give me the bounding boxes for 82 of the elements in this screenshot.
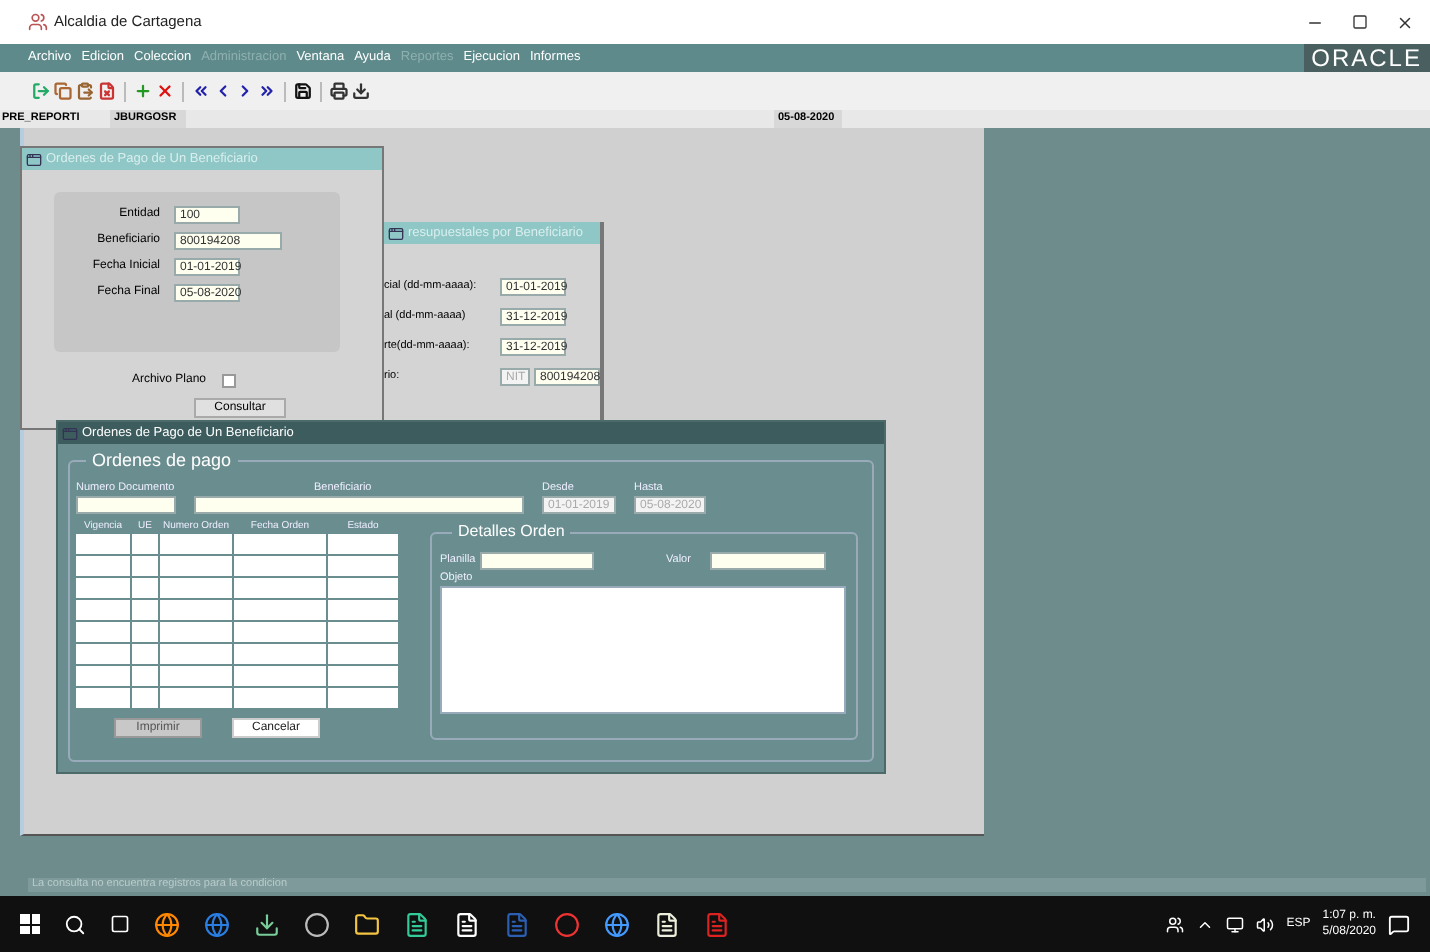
table-cell[interactable] [234, 600, 326, 620]
table-cell[interactable] [234, 666, 326, 686]
table-cell[interactable] [328, 666, 398, 686]
table-cell[interactable] [160, 578, 232, 598]
table-cell[interactable] [76, 644, 130, 664]
table-cell[interactable] [76, 578, 130, 598]
delete-icon[interactable] [156, 82, 174, 100]
input-field[interactable] [76, 496, 176, 514]
table-cell[interactable] [76, 688, 130, 708]
text-area[interactable] [440, 586, 846, 714]
search-icon[interactable] [64, 913, 86, 935]
notification-icon[interactable] [1388, 913, 1410, 935]
table-cell[interactable] [328, 578, 398, 598]
download-icon[interactable] [352, 82, 370, 100]
close-icon[interactable] [1396, 13, 1414, 31]
table-cell[interactable] [234, 622, 326, 642]
folder-icon[interactable] [354, 911, 380, 937]
table-cell[interactable] [160, 688, 232, 708]
table-cell[interactable] [160, 534, 232, 554]
document-icon[interactable] [504, 911, 530, 937]
table-cell[interactable] [132, 666, 158, 686]
installer-icon[interactable] [254, 911, 280, 937]
next-icon[interactable] [236, 82, 254, 100]
table-cell[interactable] [132, 622, 158, 642]
checkbox[interactable] [222, 374, 236, 388]
pdf-icon[interactable] [704, 911, 730, 937]
people-icon[interactable] [1166, 915, 1185, 933]
table-cell[interactable] [234, 556, 326, 576]
table-cell[interactable] [132, 578, 158, 598]
table-cell[interactable] [76, 666, 130, 686]
previous-icon[interactable] [214, 82, 232, 100]
app-icon [28, 12, 48, 32]
table-cell[interactable] [328, 622, 398, 642]
group-title: Ordenes de pago [86, 450, 238, 470]
form-icon [388, 225, 404, 241]
copy-icon[interactable] [54, 82, 72, 100]
printer-icon[interactable] [330, 82, 348, 100]
form-icon [62, 425, 78, 441]
task-view-icon[interactable] [110, 914, 130, 934]
last-icon[interactable] [258, 82, 276, 100]
table-cell[interactable] [76, 600, 130, 620]
table-cell[interactable] [76, 556, 130, 576]
exit-icon[interactable] [32, 82, 50, 100]
table-cell[interactable] [234, 688, 326, 708]
table-cell[interactable] [328, 556, 398, 576]
table-cell[interactable] [132, 688, 158, 708]
table-cell[interactable] [234, 578, 326, 598]
table-cell[interactable] [160, 556, 232, 576]
table-cell[interactable] [76, 534, 130, 554]
maximize-icon[interactable] [1352, 14, 1368, 30]
logo: ORACLE [1303, 44, 1430, 72]
paste-icon[interactable] [76, 82, 94, 100]
table-cell[interactable] [234, 644, 326, 664]
group-title: Detalles Orden [452, 522, 571, 542]
windows-icon[interactable] [20, 914, 40, 934]
table-cell[interactable] [160, 666, 232, 686]
plus-icon[interactable] [134, 82, 152, 100]
network-icon[interactable] [1226, 915, 1245, 933]
first-icon[interactable] [192, 82, 210, 100]
table-cell[interactable] [132, 600, 158, 620]
table-cell[interactable] [132, 556, 158, 576]
table-cell[interactable] [234, 534, 326, 554]
save-icon[interactable] [294, 82, 312, 100]
spreadsheet-icon[interactable] [404, 911, 430, 937]
table-cell[interactable] [328, 644, 398, 664]
table-cell[interactable] [132, 644, 158, 664]
volume-icon[interactable] [1256, 915, 1275, 933]
table-cell[interactable] [132, 534, 158, 554]
table-cell[interactable] [160, 644, 232, 664]
note-icon[interactable] [454, 911, 480, 937]
input-field[interactable] [710, 552, 826, 570]
input-field[interactable] [480, 552, 594, 570]
form-icon [26, 151, 42, 167]
file-x-icon[interactable] [98, 82, 116, 100]
table-cell[interactable] [328, 688, 398, 708]
disc-icon[interactable] [304, 911, 330, 937]
table-cell[interactable] [328, 534, 398, 554]
input-field[interactable] [194, 496, 524, 514]
table-cell[interactable] [76, 622, 130, 642]
table-cell[interactable] [328, 600, 398, 620]
table-cell[interactable] [160, 622, 232, 642]
table-cell[interactable] [160, 600, 232, 620]
